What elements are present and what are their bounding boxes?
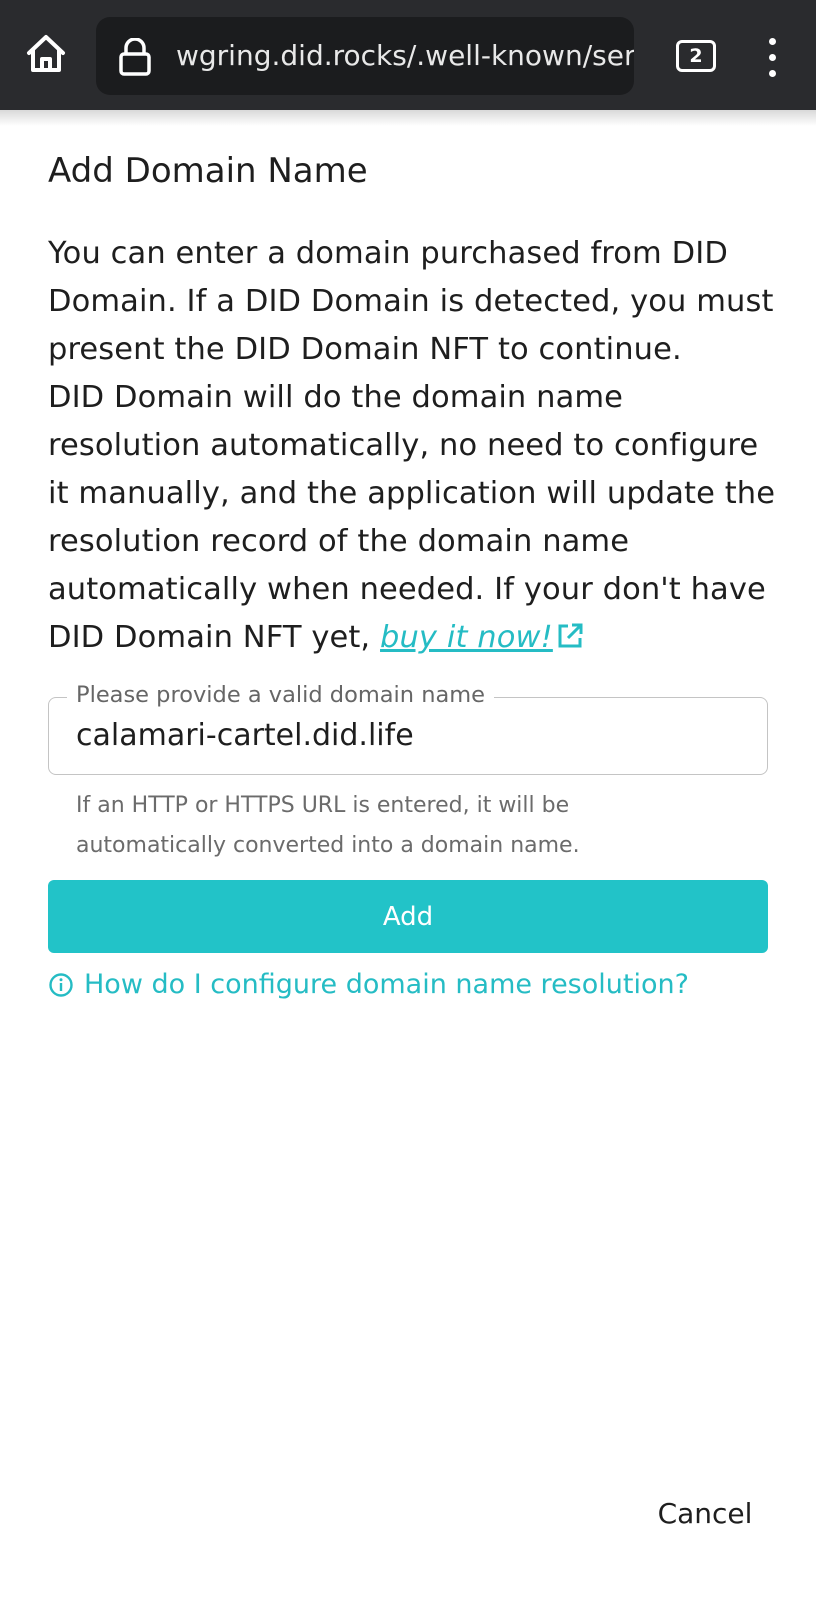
more-vert-icon[interactable] xyxy=(766,38,778,78)
dialog-title: Add Domain Name xyxy=(48,151,368,191)
configure-resolution-label: How do I configure domain name resolutio… xyxy=(84,969,689,1000)
domain-field-label: Please provide a valid domain name xyxy=(67,681,495,709)
buy-now-link[interactable]: buy it now! xyxy=(380,620,553,655)
tabs-button[interactable]: 2 xyxy=(676,40,716,72)
cancel-button[interactable]: Cancel xyxy=(650,1490,760,1538)
info-icon xyxy=(49,973,73,997)
helper-text: If an HTTP or HTTPS URL is entered, it w… xyxy=(76,793,580,858)
url-text: wgring.did.rocks/.well-known/servi xyxy=(176,39,634,72)
description-paragraph-1: You can enter a domain purchased from DI… xyxy=(48,236,774,367)
configure-resolution-link[interactable]: How do I configure domain name resolutio… xyxy=(48,965,689,1005)
home-button[interactable] xyxy=(22,30,70,78)
domain-input[interactable]: calamari-cartel.did.life xyxy=(76,718,414,754)
toolbar-shadow xyxy=(0,110,816,126)
description-text-2: DID Domain will do the domain name resol… xyxy=(48,380,776,655)
home-icon xyxy=(27,35,65,72)
lock-icon xyxy=(119,38,151,76)
dialog-description: You can enter a domain purchased from DI… xyxy=(48,230,780,662)
address-bar[interactable]: wgring.did.rocks/.well-known/servi xyxy=(96,17,634,95)
description-paragraph-2: DID Domain will do the domain name resol… xyxy=(48,374,780,662)
domain-name-field[interactable]: Please provide a valid domain name calam… xyxy=(48,681,768,775)
add-button[interactable]: Add xyxy=(48,880,768,953)
external-link-icon[interactable] xyxy=(555,621,585,651)
tab-count: 2 xyxy=(689,45,703,67)
browser-toolbar: wgring.did.rocks/.well-known/servi 2 xyxy=(0,0,816,110)
